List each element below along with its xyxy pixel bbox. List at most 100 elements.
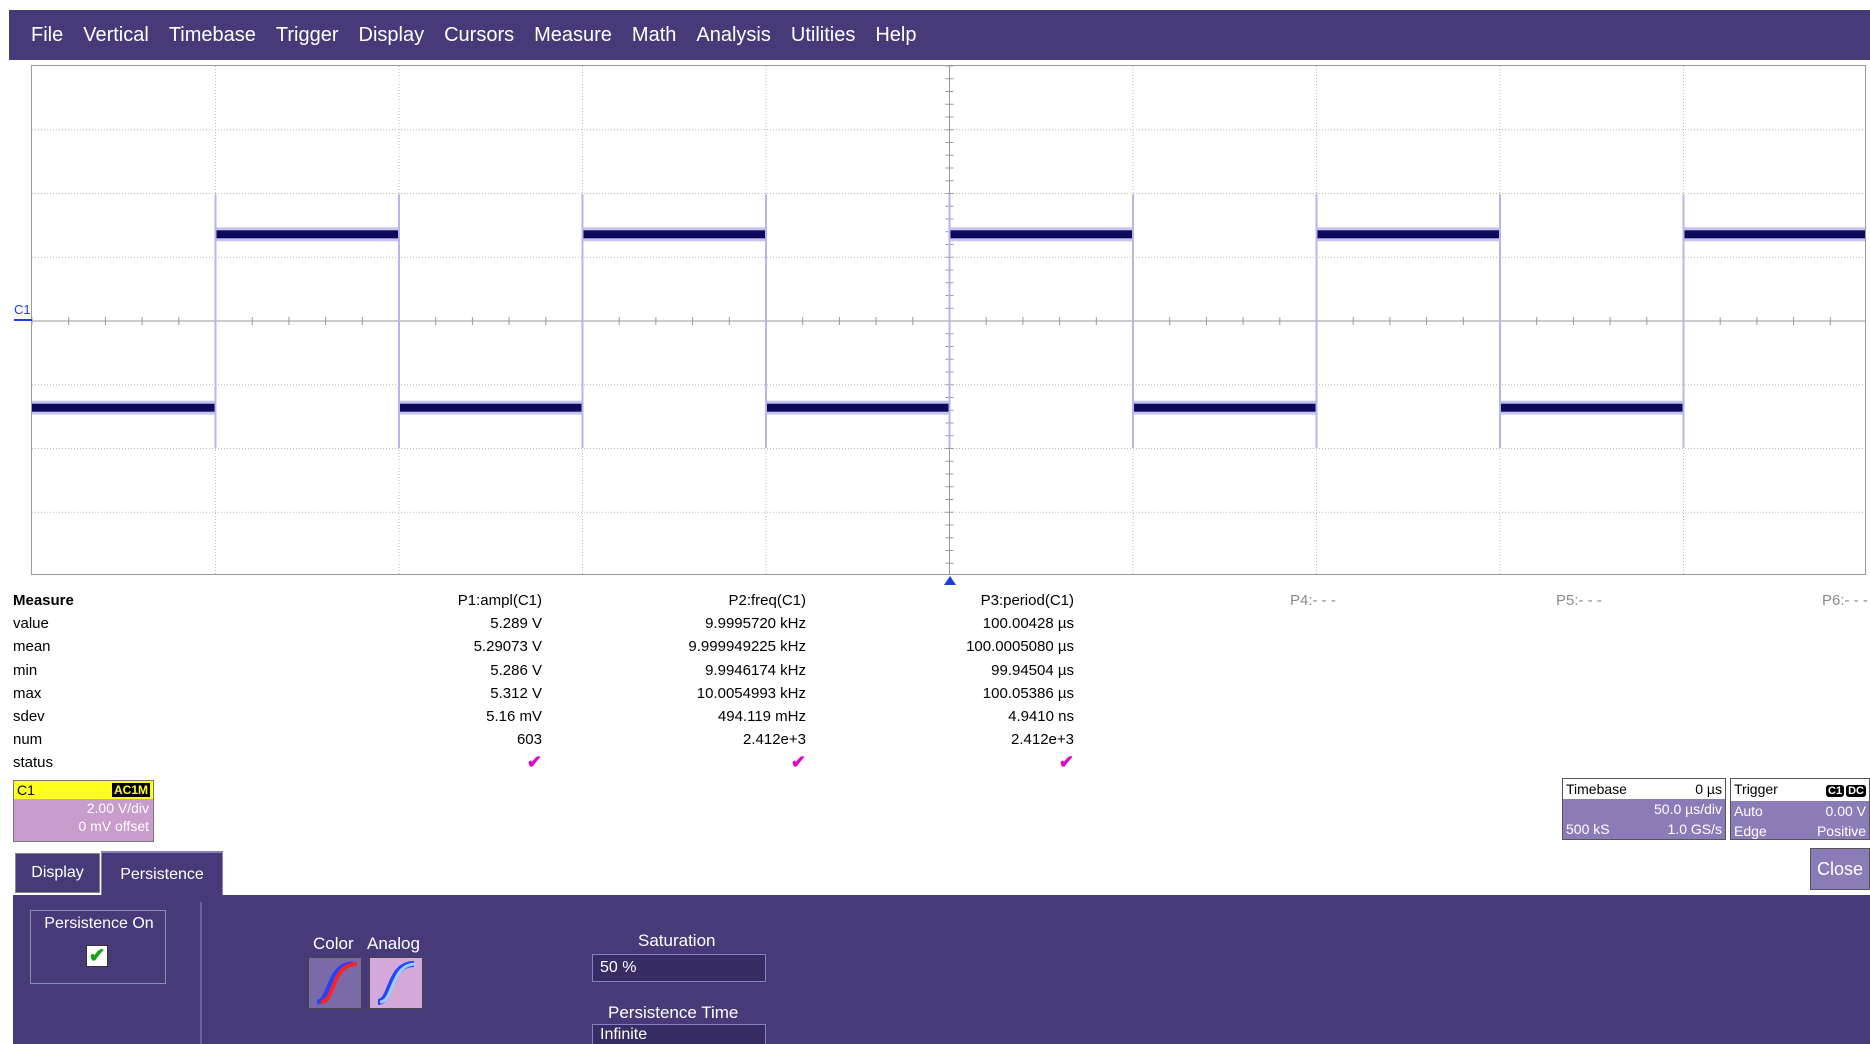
tab-display[interactable]: Display (15, 853, 100, 893)
waveform-grid[interactable] (31, 65, 1866, 575)
trigger-source-badge: C1 (1826, 785, 1845, 797)
time-per-div: 50.0 µs/div (1654, 801, 1722, 817)
persistence-time-field[interactable]: Infinite (592, 1024, 766, 1044)
persistence-time-label: Persistence Time (608, 1003, 739, 1022)
p1-header[interactable]: P1:ampl(C1) (430, 592, 542, 609)
menu-utilities[interactable]: Utilities (781, 24, 865, 47)
menu-analysis[interactable]: Analysis (686, 24, 780, 47)
p3-sdev: 4.9410 ns (1008, 708, 1074, 725)
p1-status-check-icon: ✔ (526, 752, 542, 772)
menu-file[interactable]: File (21, 24, 73, 47)
row-label-max: max (13, 685, 42, 702)
p3-value: 100.00428 µs (982, 615, 1074, 632)
trace-segment (766, 403, 950, 412)
p1-mean: 5.29073 V (473, 638, 542, 655)
p5-header[interactable]: P5:- - - (1556, 592, 1602, 609)
timebase-descriptor[interactable]: Timebase 0 µs 50.0 µs/div 500 kS 1.0 GS/… (1562, 778, 1726, 840)
trigger-slope: Positive (1816, 823, 1866, 839)
trace-segment (582, 230, 766, 239)
channel-offset: 0 mV offset (78, 818, 149, 834)
panel-divider (200, 902, 202, 1044)
trace-segment (1683, 230, 1865, 239)
saturation-label: Saturation (638, 931, 716, 950)
trigger-position-marker (944, 576, 956, 585)
p1-sdev: 5.16 mV (486, 708, 542, 725)
p3-mean: 100.0005080 µs (966, 638, 1074, 655)
menu-timebase[interactable]: Timebase (159, 24, 266, 47)
menu-math[interactable]: Math (622, 24, 686, 47)
measure-title: Measure (13, 592, 74, 609)
trigger-coupling-badge: DC (1846, 785, 1866, 797)
p1-max: 5.312 V (490, 685, 542, 702)
p2-mean: 9.999949225 kHz (688, 638, 806, 655)
p6-header[interactable]: P6:- - - (1822, 592, 1868, 609)
trigger-type: Edge (1734, 823, 1767, 839)
persistence-on-group: Persistence On ✔ (30, 910, 166, 984)
trigger-descriptor[interactable]: Trigger C1 DC Auto 0.00 V Edge Positive (1730, 778, 1870, 840)
row-label-mean: mean (13, 638, 51, 655)
menu-vertical[interactable]: Vertical (73, 24, 159, 47)
p1-value: 5.289 V (490, 615, 542, 632)
p3-status-check-icon: ✔ (1058, 752, 1074, 772)
p1-min: 5.286 V (490, 662, 542, 679)
row-label-value: value (13, 615, 49, 632)
measure-table: Measure value mean min max sdev num stat… (0, 590, 1870, 780)
sample-count: 500 kS (1566, 821, 1610, 837)
trace-segment (32, 403, 216, 412)
p1-num: 603 (516, 731, 542, 748)
p2-status-check-icon: ✔ (790, 752, 806, 772)
row-label-status: status (13, 754, 54, 771)
coupling-badge: AC1M (111, 783, 150, 797)
waveform-display (32, 66, 1865, 574)
sample-rate: 1.0 GS/s (1667, 821, 1722, 837)
analog-persistence-button[interactable] (369, 957, 423, 1009)
tab-persistence[interactable]: Persistence (101, 851, 223, 897)
row-label-min: min (13, 662, 38, 679)
p3-num: 2.412e+3 (1011, 731, 1074, 748)
p2-value: 9.9995720 kHz (705, 615, 806, 632)
trigger-mode: Auto (1734, 803, 1763, 819)
volts-per-div: 2.00 V/div (86, 800, 149, 816)
close-button[interactable]: Close (1810, 848, 1870, 890)
saturation-field[interactable]: 50 % (592, 954, 766, 982)
p4-header[interactable]: P4:- - - (1290, 592, 1336, 609)
channel-marker: C1 (14, 302, 31, 317)
analog-mode-label: Analog (367, 934, 420, 953)
trace-segment (1500, 403, 1684, 412)
menu-display[interactable]: Display (349, 24, 435, 47)
trigger-level: 0.00 V (1825, 803, 1866, 819)
channel-name: C1 (17, 782, 35, 798)
row-label-sdev: sdev (13, 708, 45, 725)
menu-bar: File Vertical Timebase Trigger Display Cursor… (9, 10, 1870, 60)
channel-c1-descriptor[interactable]: C1 AC1M 2.00 V/div 0 mV offset (13, 780, 154, 842)
checkmark-icon: ✔ (88, 945, 106, 967)
analog-curve-icon (377, 961, 417, 1005)
menu-trigger[interactable]: Trigger (266, 24, 349, 47)
p2-sdev: 494.119 mHz (717, 708, 806, 725)
persistence-on-label: Persistence On (44, 915, 154, 932)
channel-ground-marker (14, 319, 32, 321)
menu-help[interactable]: Help (865, 24, 926, 47)
p2-header[interactable]: P2:freq(C1) (650, 592, 806, 609)
p3-max: 100.05386 µs (982, 685, 1074, 702)
trigger-label: Trigger (1734, 781, 1778, 797)
p2-min: 9.9946174 kHz (705, 662, 806, 679)
p2-num: 2.412e+3 (743, 731, 806, 748)
row-label-num: num (13, 731, 43, 748)
trace-segment (1133, 403, 1317, 412)
color-curve-icon (316, 961, 358, 1005)
trace-segment (949, 230, 1133, 239)
menu-cursors[interactable]: Cursors (434, 24, 524, 47)
trace-segment (215, 230, 399, 239)
trace-segment (1316, 230, 1500, 239)
p2-max: 10.0054993 kHz (696, 685, 806, 702)
p3-min: 99.94504 µs (991, 662, 1074, 679)
p3-header[interactable]: P3:period(C1) (940, 592, 1074, 609)
timebase-delay: 0 µs (1695, 781, 1722, 797)
persistence-on-checkbox[interactable]: ✔ (86, 945, 108, 967)
color-persistence-button[interactable] (308, 957, 362, 1009)
persistence-panel (13, 895, 1870, 1044)
timebase-label: Timebase (1566, 781, 1627, 797)
menu-measure[interactable]: Measure (524, 24, 622, 47)
color-mode-label: Color (313, 934, 354, 953)
